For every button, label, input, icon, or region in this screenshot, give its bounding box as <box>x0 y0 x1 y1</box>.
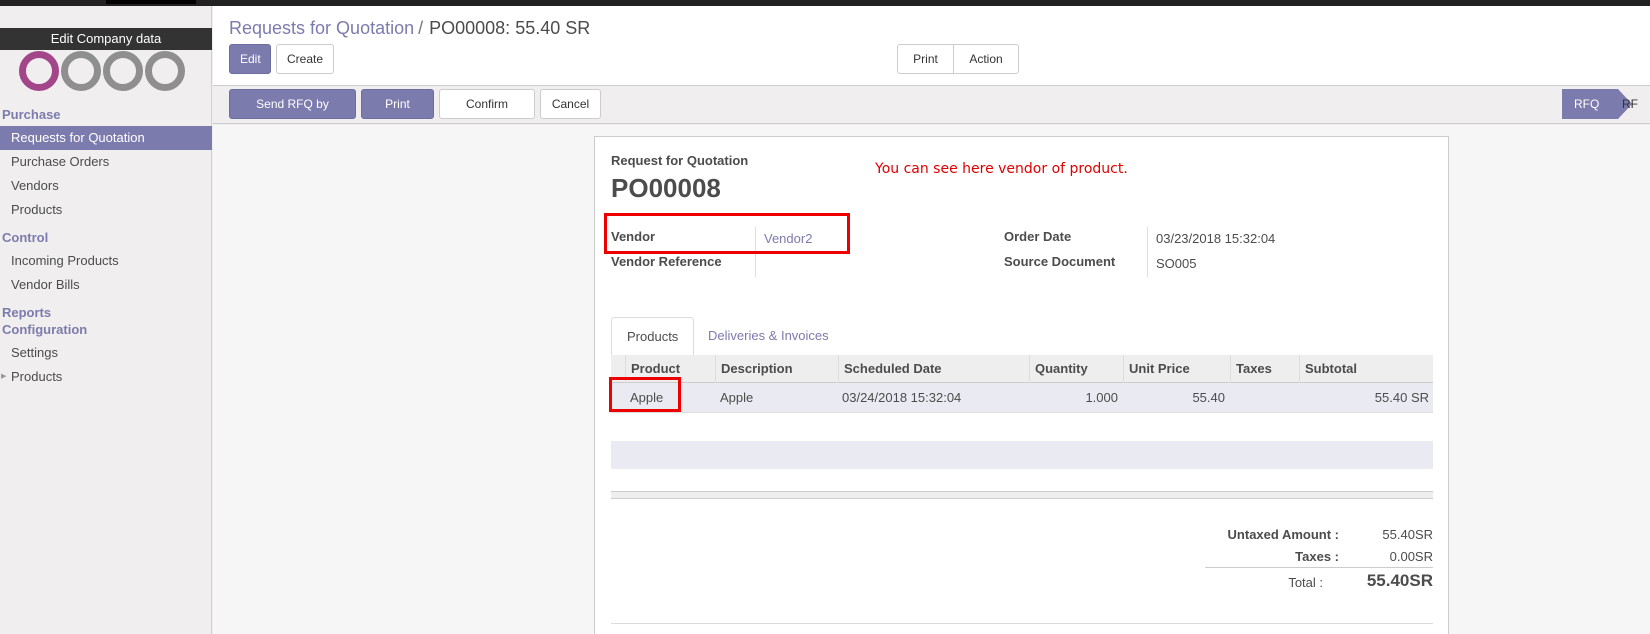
edit-company-tooltip[interactable]: Edit Company data <box>0 28 212 50</box>
breadcrumb-parent-link[interactable]: Requests for Quotation <box>229 18 414 38</box>
sidebar-section-reports[interactable]: Reports <box>2 305 51 320</box>
cell-unit-price: 55.40 <box>1192 390 1225 405</box>
create-button[interactable]: Create <box>276 44 334 74</box>
breadcrumb-separator: / <box>418 18 424 38</box>
expand-caret-icon: ▶ <box>1 373 7 380</box>
breadcrumb: Requests for Quotation / PO00008: 55.40 SR <box>229 18 590 39</box>
cancel-button[interactable]: Cancel <box>540 89 601 119</box>
stage-rfq[interactable]: RFQ <box>1562 89 1632 119</box>
taxes-value: 0.00SR <box>1389 549 1433 564</box>
table-header: Product Description Scheduled Date Quant… <box>611 355 1433 383</box>
form-sheet: Request for Quotation PO00008 You can se… <box>594 136 1449 634</box>
sidebar-section-configuration: Configuration <box>2 322 88 337</box>
annotation-text: You can see here vendor of product. <box>875 161 1128 177</box>
document-type-label: Request for Quotation <box>611 153 749 168</box>
column-header-description[interactable]: Description <box>715 355 838 383</box>
sidebar-item-vendor-bills[interactable]: Vendor Bills <box>0 273 212 297</box>
sidebar-item-vendors[interactable]: Vendors <box>0 174 212 198</box>
vendor-reference-field[interactable] <box>764 256 884 272</box>
vendor-highlight-box <box>604 213 850 254</box>
cell-description: Apple <box>720 390 754 405</box>
empty-row <box>611 441 1433 469</box>
print-rfq-button[interactable]: Print RFQ <box>361 89 434 139</box>
taxes-label: Taxes : <box>1295 549 1339 564</box>
untaxed-amount-value: 55.40SR <box>1382 527 1433 542</box>
action-dropdown-button[interactable]: Action <box>953 44 1019 90</box>
product-highlight-box <box>609 377 681 412</box>
tab-deliveries-invoices[interactable]: Deliveries & Invoices <box>693 317 844 357</box>
tab-products[interactable]: Products <box>611 317 695 357</box>
untaxed-amount-label: Untaxed Amount : <box>1227 527 1339 542</box>
table-footer <box>611 491 1433 499</box>
sidebar-section-control: Control <box>2 230 49 245</box>
logo-ring-icon <box>145 51 185 91</box>
sidebar-item-config-products[interactable]: ▶ Products <box>0 365 212 389</box>
send-rfq-email-button[interactable]: Send RFQ by Email <box>229 89 356 139</box>
sidebar-item-products[interactable]: Products <box>0 198 212 222</box>
confirm-order-button[interactable]: Confirm Order <box>439 89 535 139</box>
cell-taxes <box>1235 383 1299 413</box>
table-row[interactable]: Apple Apple 03/24/2018 15:32:04 1.000 55… <box>611 383 1433 413</box>
logo-ring-icon <box>103 51 143 91</box>
top-navbar-tab[interactable] <box>106 0 196 4</box>
control-panel: Requests for Quotation / PO00008: 55.40 SR… <box>213 6 1650 90</box>
field-divider <box>1147 227 1148 277</box>
sidebar-item-purchase-orders[interactable]: Purchase Orders <box>0 150 212 174</box>
print-label: Print <box>913 52 938 66</box>
sidebar-item-rfq[interactable]: Requests for Quotation <box>0 126 212 150</box>
sidebar-item-settings[interactable]: Settings <box>0 341 212 365</box>
sidebar: Edit Company data Purchase Requests for … <box>0 6 212 634</box>
column-header-quantity[interactable]: Quantity <box>1029 355 1123 383</box>
column-header-scheduled-date[interactable]: Scheduled Date <box>838 355 1029 383</box>
vendor-reference-label: Vendor Reference <box>611 254 722 269</box>
total-label: Total : <box>1288 575 1323 590</box>
order-date-value: 03/23/2018 15:32:04 <box>1156 231 1276 246</box>
sidebar-item-label: Products <box>11 369 63 384</box>
cell-quantity: 1.000 <box>1085 390 1118 405</box>
source-document-label: Source Document <box>1004 254 1116 269</box>
company-logo[interactable]: Edit Company data <box>0 20 212 91</box>
cell-scheduled-date: 03/24/2018 15:32:04 <box>842 390 962 405</box>
sidebar-item-incoming-products[interactable]: Incoming Products <box>0 249 212 273</box>
breadcrumb-current: PO00008: 55.40 SR <box>429 18 591 38</box>
cell-subtotal: 55.40 SR <box>1374 390 1429 405</box>
column-header-subtotal[interactable]: Subtotal <box>1299 355 1433 383</box>
status-bar: Send RFQ by Email Print RFQ Confirm Orde… <box>213 86 1650 139</box>
sidebar-section-purchase: Purchase <box>2 107 61 122</box>
print-dropdown-button[interactable]: Print <box>897 44 954 90</box>
total-value: 55.40SR <box>1366 571 1433 590</box>
source-document-value: SO005 <box>1156 256 1197 271</box>
totals-divider <box>1205 567 1433 568</box>
logo-ring-icon <box>19 51 59 91</box>
order-date-label: Order Date <box>1004 229 1072 244</box>
edit-button[interactable]: Edit <box>229 44 271 74</box>
bottom-divider <box>611 623 1433 624</box>
action-label: Action <box>969 52 1003 66</box>
main-content: Requests for Quotation / PO00008: 55.40 SR… <box>213 6 1650 634</box>
column-header-unit-price[interactable]: Unit Price <box>1123 355 1230 383</box>
logo-ring-icon <box>61 51 101 91</box>
stage-next[interactable]: RF <box>1622 89 1650 119</box>
column-header-taxes[interactable]: Taxes <box>1230 355 1299 383</box>
notebook-tabs: Products Deliveries & Invoices <box>611 317 1433 357</box>
document-name: PO00008 <box>611 173 721 203</box>
